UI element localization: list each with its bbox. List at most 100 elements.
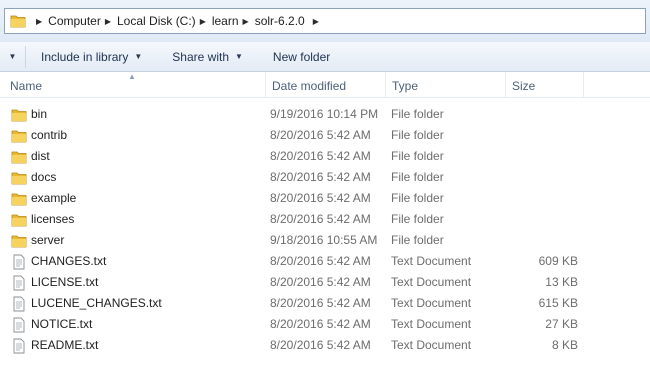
chevron-right-icon[interactable]: ▶ bbox=[105, 17, 111, 26]
organize-dropdown[interactable]: ▼ bbox=[0, 45, 26, 68]
list-item[interactable]: CHANGES.txt 8/20/2016 5:42 AM Text Docum… bbox=[0, 251, 650, 272]
file-type: File folder bbox=[391, 170, 444, 184]
file-size bbox=[500, 104, 578, 125]
column-header-type[interactable]: Type bbox=[386, 72, 506, 98]
column-header-name[interactable]: Name bbox=[4, 72, 266, 98]
file-size: 615 KB bbox=[538, 296, 578, 310]
file-name[interactable]: server bbox=[31, 230, 64, 251]
file-name[interactable]: licenses bbox=[31, 209, 74, 230]
chevron-right-icon[interactable]: ▶ bbox=[243, 17, 249, 26]
file-type: Text Document bbox=[391, 296, 472, 310]
file-name[interactable]: docs bbox=[31, 167, 56, 188]
list-item[interactable]: bin 9/19/2016 10:14 PM File folder bbox=[0, 104, 650, 125]
column-header-date[interactable]: Date modified bbox=[266, 72, 386, 98]
new-folder-label: New folder bbox=[272, 49, 331, 64]
file-size bbox=[500, 188, 578, 209]
file-type: Text Document bbox=[391, 275, 472, 289]
breadcrumb-solr[interactable]: ▶ solr-6.2.0 ▶ bbox=[239, 9, 325, 33]
file-name[interactable]: example bbox=[31, 188, 76, 209]
list-item[interactable]: README.txt 8/20/2016 5:42 AM Text Docume… bbox=[0, 335, 650, 356]
file-size: 609 KB bbox=[538, 254, 578, 268]
breadcrumb-label[interactable]: Computer bbox=[48, 14, 101, 28]
folder-icon bbox=[11, 172, 27, 185]
folder-icon bbox=[11, 235, 27, 248]
chevron-right-icon[interactable]: ▶ bbox=[313, 17, 319, 26]
file-size bbox=[500, 209, 578, 230]
file-type: Text Document bbox=[391, 254, 472, 268]
file-size: 27 KB bbox=[545, 317, 578, 331]
file-type: File folder bbox=[391, 128, 444, 142]
address-bar[interactable]: ▶ Computer ▶ Local Disk (C:) ▶ learn ▶ s… bbox=[4, 8, 646, 34]
file-date: 8/20/2016 5:42 AM bbox=[270, 128, 371, 142]
new-folder-button[interactable]: New folder bbox=[273, 42, 330, 71]
folder-icon bbox=[11, 193, 27, 206]
breadcrumb-label[interactable]: solr-6.2.0 bbox=[255, 14, 305, 28]
text-file-icon bbox=[13, 317, 25, 333]
file-type: File folder bbox=[391, 191, 444, 205]
file-type: File folder bbox=[391, 212, 444, 226]
folder-icon bbox=[10, 15, 26, 28]
list-item[interactable]: LUCENE_CHANGES.txt 8/20/2016 5:42 AM Tex… bbox=[0, 293, 650, 314]
file-name[interactable]: NOTICE.txt bbox=[31, 314, 92, 335]
breadcrumb-learn[interactable]: ▶ learn bbox=[196, 9, 239, 33]
chevron-down-icon[interactable]: ▼ bbox=[9, 52, 17, 61]
chevron-down-icon: ▼ bbox=[235, 52, 243, 61]
chevron-right-icon[interactable]: ▶ bbox=[200, 17, 206, 26]
file-date: 8/20/2016 5:42 AM bbox=[270, 191, 371, 205]
file-date: 9/19/2016 10:14 PM bbox=[270, 107, 379, 121]
file-date: 8/20/2016 5:42 AM bbox=[270, 170, 371, 184]
list-item[interactable]: NOTICE.txt 8/20/2016 5:42 AM Text Docume… bbox=[0, 314, 650, 335]
file-type: File folder bbox=[391, 107, 444, 121]
share-with-button[interactable]: Share with ▼ bbox=[172, 42, 243, 71]
file-name[interactable]: CHANGES.txt bbox=[31, 251, 106, 272]
chevron-right-icon[interactable]: ▶ bbox=[36, 17, 42, 26]
file-list: bin 9/19/2016 10:14 PM File folder contr… bbox=[0, 104, 650, 356]
file-size bbox=[500, 230, 578, 251]
list-item[interactable]: docs 8/20/2016 5:42 AM File folder bbox=[0, 167, 650, 188]
file-name[interactable]: README.txt bbox=[31, 335, 98, 356]
file-date: 9/18/2016 10:55 AM bbox=[270, 233, 378, 247]
file-date: 8/20/2016 5:42 AM bbox=[270, 338, 371, 352]
breadcrumb-label[interactable]: learn bbox=[212, 14, 239, 28]
file-name[interactable]: bin bbox=[31, 104, 47, 125]
text-file-icon bbox=[13, 275, 25, 291]
folder-icon bbox=[11, 151, 27, 164]
list-item[interactable]: example 8/20/2016 5:42 AM File folder bbox=[0, 188, 650, 209]
list-item[interactable]: licenses 8/20/2016 5:42 AM File folder bbox=[0, 209, 650, 230]
file-name[interactable]: dist bbox=[31, 146, 50, 167]
file-date: 8/20/2016 5:42 AM bbox=[270, 212, 371, 226]
file-date: 8/20/2016 5:42 AM bbox=[270, 149, 371, 163]
file-name[interactable]: LICENSE.txt bbox=[31, 272, 98, 293]
list-item[interactable]: LICENSE.txt 8/20/2016 5:42 AM Text Docum… bbox=[0, 272, 650, 293]
file-type: File folder bbox=[391, 149, 444, 163]
text-file-icon bbox=[13, 296, 25, 312]
list-item[interactable]: contrib 8/20/2016 5:42 AM File folder bbox=[0, 125, 650, 146]
include-in-library-button[interactable]: Include in library ▼ bbox=[41, 42, 142, 71]
folder-icon bbox=[11, 130, 27, 143]
file-date: 8/20/2016 5:42 AM bbox=[270, 254, 371, 268]
breadcrumb-label[interactable]: Local Disk (C:) bbox=[117, 14, 196, 28]
file-name[interactable]: contrib bbox=[31, 125, 67, 146]
file-type: Text Document bbox=[391, 338, 472, 352]
file-name[interactable]: LUCENE_CHANGES.txt bbox=[31, 293, 162, 314]
column-header-size[interactable]: Size bbox=[506, 72, 584, 98]
list-item[interactable]: server 9/18/2016 10:55 AM File folder bbox=[0, 230, 650, 251]
breadcrumb-local-disk[interactable]: ▶ Local Disk (C:) bbox=[101, 9, 196, 33]
command-bar: ▼ Include in library ▼ Share with ▼ New … bbox=[0, 42, 650, 72]
include-in-library-label: Include in library bbox=[41, 49, 129, 64]
file-type: Text Document bbox=[391, 317, 472, 331]
folder-icon bbox=[11, 214, 27, 227]
file-date: 8/20/2016 5:42 AM bbox=[270, 296, 371, 310]
file-date: 8/20/2016 5:42 AM bbox=[270, 317, 371, 331]
column-headers: ▲ Name Date modified Type Size bbox=[0, 72, 650, 98]
file-size bbox=[500, 125, 578, 146]
file-size bbox=[500, 146, 578, 167]
file-type: File folder bbox=[391, 233, 444, 247]
breadcrumb-computer[interactable]: ▶ Computer bbox=[32, 9, 101, 33]
chevron-down-icon: ▼ bbox=[134, 52, 143, 61]
address-bar-area: ▶ Computer ▶ Local Disk (C:) ▶ learn ▶ s… bbox=[0, 0, 650, 42]
share-with-label: Share with bbox=[172, 49, 229, 64]
folder-icon bbox=[11, 109, 27, 122]
list-item[interactable]: dist 8/20/2016 5:42 AM File folder bbox=[0, 146, 650, 167]
file-size: 8 KB bbox=[551, 338, 578, 352]
